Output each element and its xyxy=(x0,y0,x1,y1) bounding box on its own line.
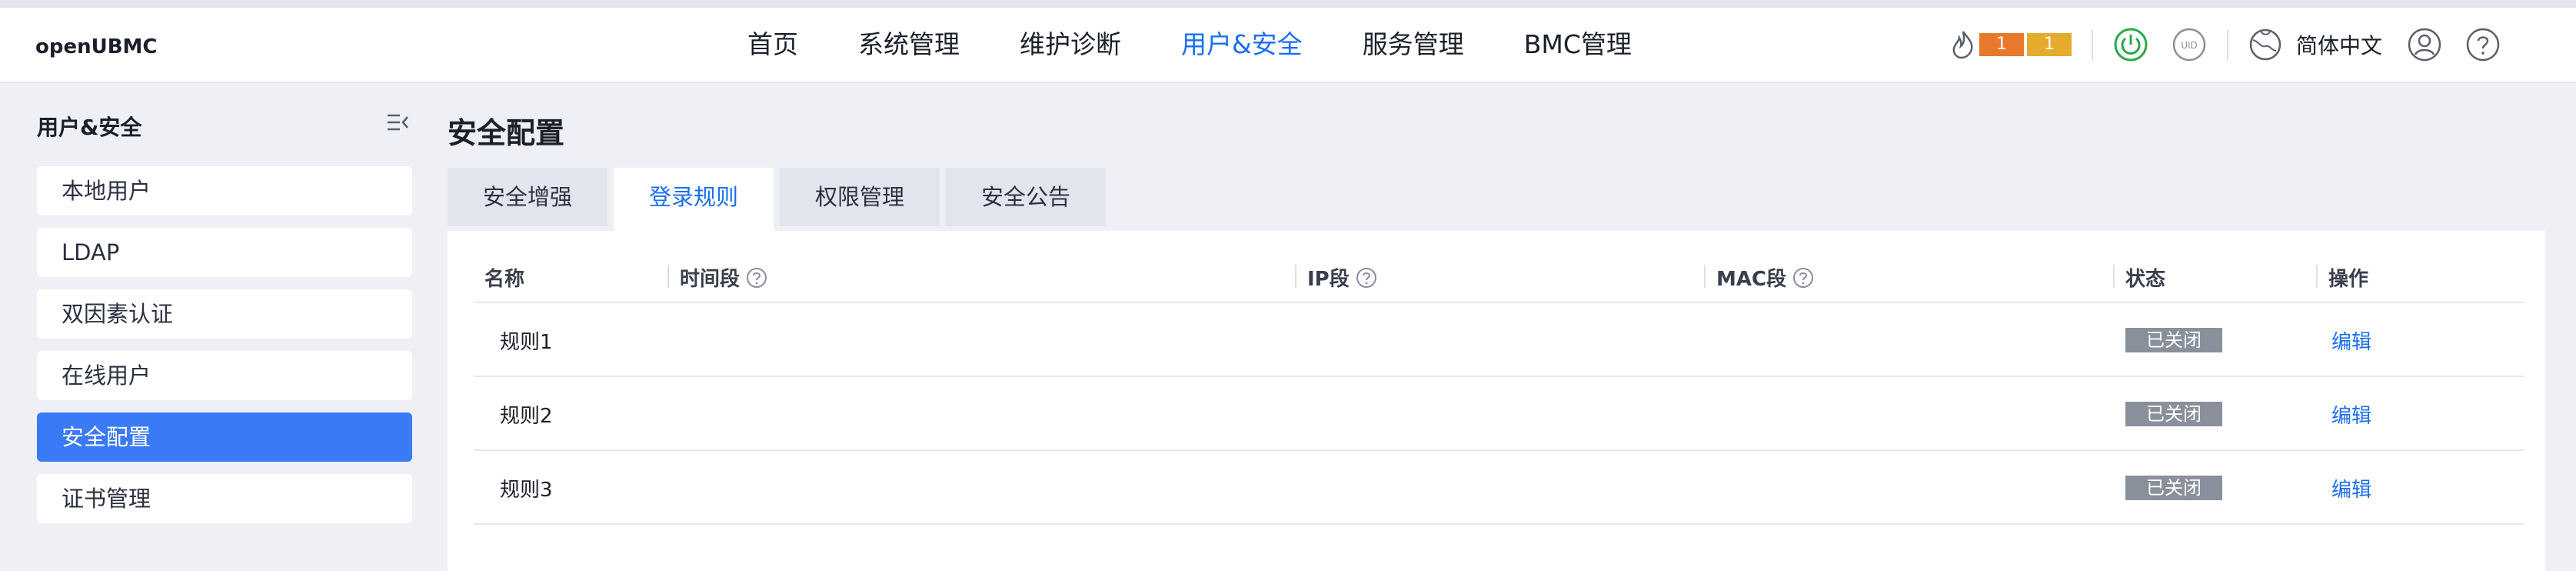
help-icon[interactable] xyxy=(2465,27,2501,62)
sidebar-item-ldap[interactable]: LDAP xyxy=(37,228,412,277)
sidebar: 用户&安全 本地用户 LDAP 双因素认证 在线用户 安全配置 证书管理 xyxy=(0,83,431,571)
tab-login-rules[interactable]: 登录规则 xyxy=(614,168,774,231)
nav-maintenance[interactable]: 维护诊断 xyxy=(1020,28,1121,62)
page-title: 安全配置 xyxy=(448,116,565,150)
edit-link[interactable]: 编辑 xyxy=(2331,400,2371,429)
question-icon[interactable] xyxy=(1356,267,1377,289)
question-icon[interactable] xyxy=(1792,267,1814,289)
sidebar-item-security-config[interactable]: 安全配置 xyxy=(37,412,412,462)
column-header-time: 时间段 xyxy=(667,263,767,292)
nav-home[interactable]: 首页 xyxy=(747,28,798,62)
status-badge: 已关闭 xyxy=(2125,328,2222,352)
tab-permission-management[interactable]: 权限管理 xyxy=(780,168,940,226)
column-header-name: 名称 xyxy=(484,268,525,291)
sidebar-item-online-users[interactable]: 在线用户 xyxy=(37,351,412,400)
nav-bmc[interactable]: BMC管理 xyxy=(1524,28,1632,62)
header-tools: 1 1 UID 简体中文 xyxy=(1950,28,2501,62)
fire-alarm-icon[interactable] xyxy=(1950,29,1976,60)
sidebar-item-local-users[interactable]: 本地用户 xyxy=(37,166,412,215)
sidebar-title: 用户&安全 xyxy=(37,115,142,140)
header-divider xyxy=(2092,29,2093,60)
table-row: 规则1 已关闭 编辑 xyxy=(474,303,2524,377)
nav-system[interactable]: 系统管理 xyxy=(858,28,960,62)
main-nav: 首页 系统管理 维护诊断 用户&安全 服务管理 BMC管理 xyxy=(747,28,1632,62)
collapse-menu-icon[interactable] xyxy=(386,112,409,135)
rule-name: 规则2 xyxy=(500,405,553,428)
column-divider xyxy=(2316,265,2318,288)
uid-icon[interactable]: UID xyxy=(2172,27,2207,62)
tab-security-bulletin[interactable]: 安全公告 xyxy=(946,168,1106,226)
column-divider xyxy=(1704,265,1706,288)
sidebar-item-two-factor-auth[interactable]: 双因素认证 xyxy=(37,289,412,339)
sidebar-menu: 本地用户 LDAP 双因素认证 在线用户 安全配置 证书管理 xyxy=(37,166,412,536)
table-row: 规则2 已关闭 编辑 xyxy=(474,377,2524,451)
sidebar-item-certificates[interactable]: 证书管理 xyxy=(37,474,412,523)
column-header-status: 状态 xyxy=(2113,263,2165,292)
major-alarm-count[interactable]: 1 xyxy=(1979,33,2024,56)
question-icon[interactable] xyxy=(746,267,767,289)
tab-security-enhancement[interactable]: 安全增强 xyxy=(448,168,607,226)
brand-logo: openUBMC xyxy=(35,35,158,58)
tab-bar: 安全增强 登录规则 权限管理 安全公告 xyxy=(448,168,1106,231)
column-divider xyxy=(667,265,669,288)
column-divider xyxy=(2113,265,2115,288)
rule-name: 规则3 xyxy=(500,479,553,502)
column-header-action: 操作 xyxy=(2316,263,2368,292)
svg-text:UID: UID xyxy=(2181,40,2198,51)
column-divider xyxy=(1295,265,1296,288)
edit-link[interactable]: 编辑 xyxy=(2331,326,2371,355)
edit-link[interactable]: 编辑 xyxy=(2331,474,2371,503)
rule-name: 规则1 xyxy=(500,331,553,354)
header-divider xyxy=(2227,29,2228,60)
language-selector[interactable]: 简体中文 xyxy=(2296,29,2382,60)
user-icon[interactable] xyxy=(2407,27,2442,62)
status-badge: 已关闭 xyxy=(2125,402,2222,426)
column-header-mac: MAC段 xyxy=(1704,263,1814,292)
login-rules-table: 名称 时间段 IP段 MAC段 状态 操作 规则1 已关闭 编辑 规则2 已关闭… xyxy=(474,246,2524,525)
login-rules-panel: 名称 时间段 IP段 MAC段 状态 操作 规则1 已关闭 编辑 规则2 已关闭… xyxy=(448,231,2545,571)
table-row: 规则3 已关闭 编辑 xyxy=(474,451,2524,525)
top-header: openUBMC 首页 系统管理 维护诊断 用户&安全 服务管理 BMC管理 1… xyxy=(0,8,2576,83)
table-header: 名称 时间段 IP段 MAC段 状态 操作 xyxy=(474,246,2524,303)
minor-alarm-count[interactable]: 1 xyxy=(2027,33,2072,56)
nav-user-security[interactable]: 用户&安全 xyxy=(1181,28,1303,62)
nav-services[interactable]: 服务管理 xyxy=(1363,28,1464,62)
power-icon[interactable] xyxy=(2113,27,2148,62)
column-header-ip: IP段 xyxy=(1295,263,1377,292)
globe-icon[interactable] xyxy=(2248,28,2282,62)
window-top-strip xyxy=(0,0,2576,8)
status-badge: 已关闭 xyxy=(2125,476,2222,500)
